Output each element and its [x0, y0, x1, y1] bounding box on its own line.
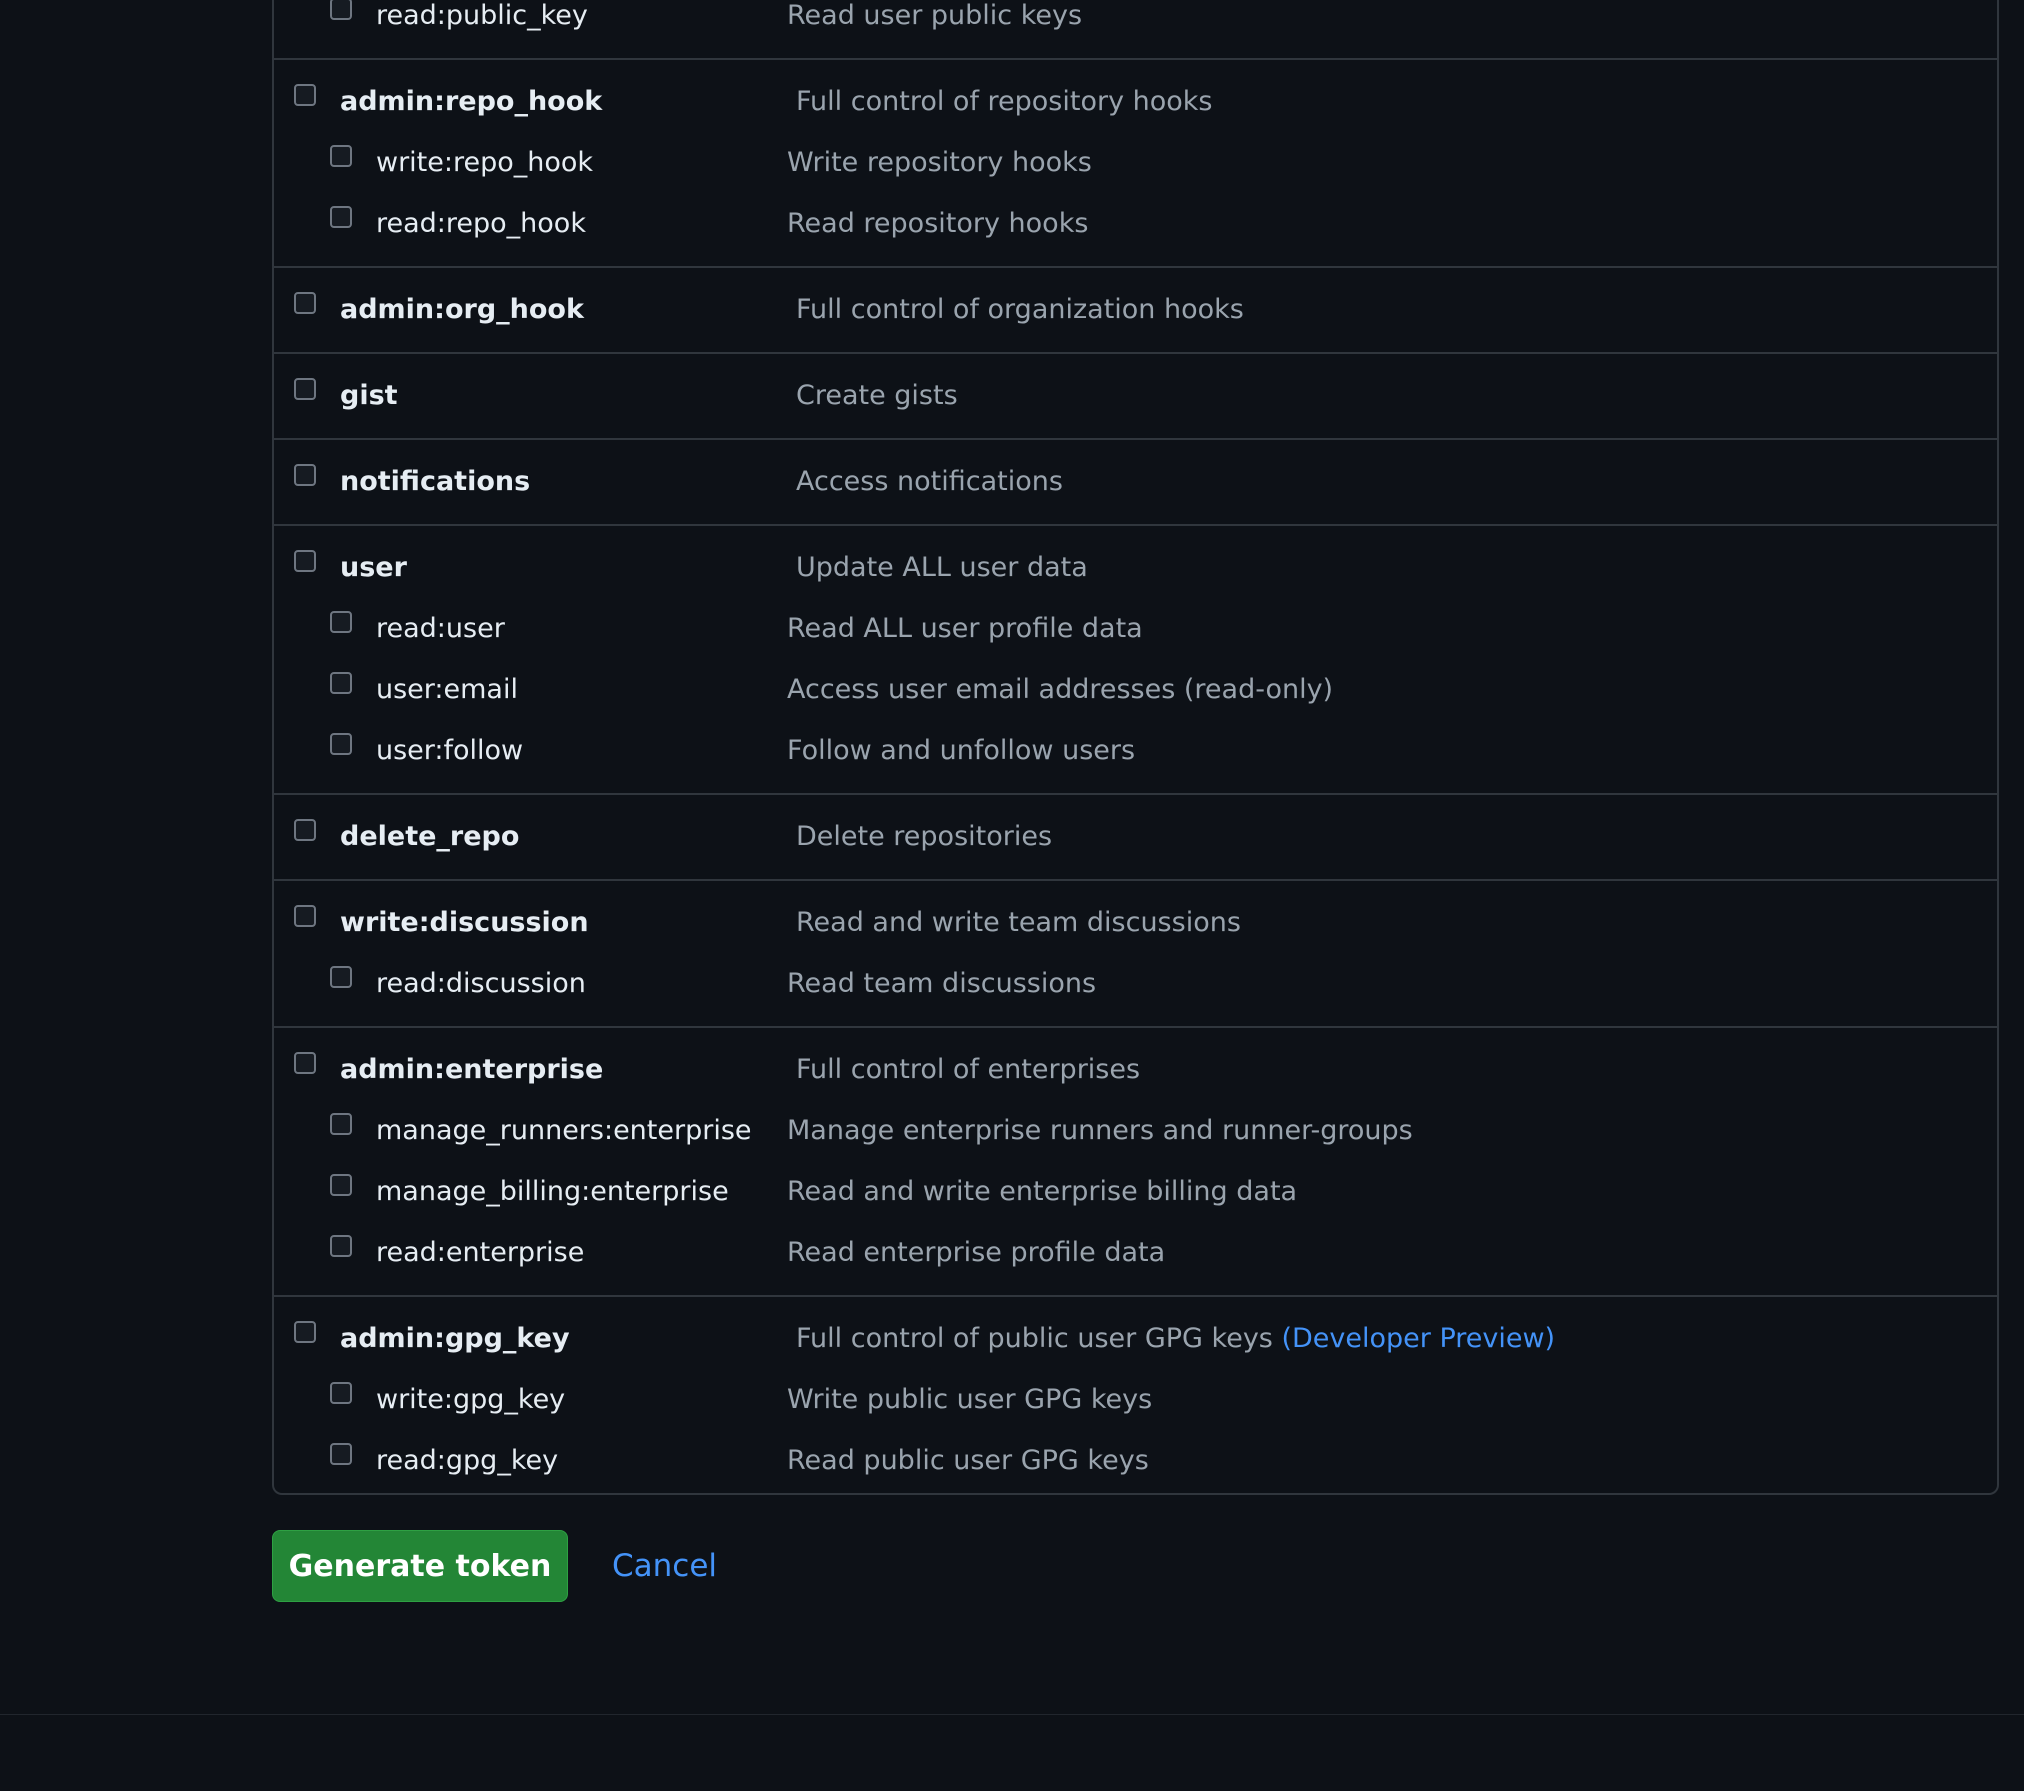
scope-name: manage_billing:enterprise	[376, 1176, 729, 1207]
scope-name: read:repo_hook	[376, 208, 586, 239]
scope-description-text: Read public user GPG keys	[787, 1445, 1149, 1476]
scope-checkbox[interactable]	[294, 84, 316, 106]
scope-checkbox[interactable]	[294, 378, 316, 400]
scope-group-divider	[274, 1026, 1997, 1028]
scope-name: read:gpg_key	[376, 1445, 559, 1476]
scope-checkbox[interactable]	[330, 611, 352, 633]
scope-description: Read user public keys	[787, 0, 1082, 33]
scope-name: admin:repo_hook	[340, 86, 603, 117]
scope-group-divider	[274, 1295, 1997, 1297]
scope-checkbox[interactable]	[294, 819, 316, 841]
scope-checkbox[interactable]	[330, 145, 352, 167]
scope-name: read:public_key	[376, 0, 588, 31]
scope-description: Manage enterprise runners and runner-gro…	[787, 1114, 1413, 1148]
scope-description-text: Write public user GPG keys	[787, 1384, 1153, 1415]
scope-description-text: Full control of organization hooks	[796, 294, 1244, 325]
scopes-list: read:public_key Read user public keys admi…	[272, 0, 1999, 1495]
scope-checkbox[interactable]	[294, 292, 316, 314]
scope-name: admin:org_hook	[340, 294, 584, 325]
scope-description-text: Read team discussions	[787, 968, 1097, 999]
scope-description-text: Read ALL user profile data	[787, 613, 1143, 644]
scope-name: user:follow	[376, 735, 524, 766]
scope-checkbox[interactable]	[330, 733, 352, 755]
scope-description-text: Full control of public user GPG keys	[796, 1323, 1273, 1354]
scope-description-text: Delete repositories	[796, 821, 1053, 852]
scope-description-text: Create gists	[796, 380, 958, 411]
scope-description: Write repository hooks	[787, 146, 1092, 180]
scope-description: Full control of organization hooks	[796, 293, 1244, 327]
scope-name: write:gpg_key	[376, 1384, 566, 1415]
scope-name: admin:enterprise	[340, 1054, 604, 1085]
scope-description: Delete repositories	[796, 820, 1052, 854]
scope-name: user	[340, 552, 407, 583]
scope-checkbox[interactable]	[294, 905, 316, 927]
scope-group-divider	[274, 352, 1997, 354]
page: read:public_key Read user public keys admi…	[0, 0, 2024, 1791]
scope-checkbox[interactable]	[330, 1113, 352, 1135]
scope-description: Access notifications	[796, 465, 1063, 499]
scope-description-text: Read repository hooks	[787, 208, 1089, 239]
scope-description: Create gists	[796, 379, 958, 413]
scope-name: gist	[340, 380, 398, 411]
scope-group-divider	[274, 266, 1997, 268]
scope-description: Full control of enterprises	[796, 1053, 1140, 1087]
scope-group-divider	[274, 793, 1997, 795]
scope-description: Read repository hooks	[787, 207, 1088, 241]
scope-description: Read ALL user profile data	[787, 612, 1143, 646]
scope-description-text: Read enterprise profile data	[787, 1237, 1166, 1268]
scope-description: Update ALL user data	[796, 551, 1088, 585]
scope-description: Access user email addresses (read-only)	[787, 673, 1333, 707]
scope-name: admin:gpg_key	[340, 1323, 570, 1354]
scope-name: read:discussion	[376, 968, 586, 999]
scope-description: Full control of repository hooks	[796, 85, 1213, 119]
scope-name: read:enterprise	[376, 1237, 585, 1268]
scope-group-divider	[274, 879, 1997, 881]
scope-name: write:discussion	[340, 907, 589, 938]
scope-checkbox[interactable]	[294, 550, 316, 572]
scope-description-text: Read and write enterprise billing data	[787, 1176, 1298, 1207]
scope-description: Read enterprise profile data	[787, 1236, 1165, 1270]
scope-checkbox[interactable]	[330, 1235, 352, 1257]
scope-checkbox[interactable]	[330, 1382, 352, 1404]
scope-description-text: Access user email addresses (read-only)	[787, 674, 1334, 705]
scope-description: Read and write enterprise billing data	[787, 1175, 1297, 1209]
scope-description: Follow and unfollow users	[787, 734, 1135, 768]
scope-name: manage_runners:enterprise	[376, 1115, 752, 1146]
scope-description-text: Read and write team discussions	[796, 907, 1241, 938]
scope-checkbox[interactable]	[330, 206, 352, 228]
scope-description-text: Update ALL user data	[796, 552, 1088, 583]
scope-name: notifications	[340, 466, 531, 497]
cancel-link[interactable]: Cancel	[612, 1545, 717, 1587]
scope-description-text: Full control of repository hooks	[796, 86, 1213, 117]
scope-name: write:repo_hook	[376, 147, 594, 178]
scope-group-divider	[274, 58, 1997, 60]
scope-description-text: Write repository hooks	[787, 147, 1092, 178]
scope-description: Write public user GPG keys	[787, 1383, 1152, 1417]
scope-description-text: Follow and unfollow users	[787, 735, 1136, 766]
scope-description: Full control of public user GPG keys (De…	[796, 1322, 1555, 1356]
scope-checkbox[interactable]	[330, 966, 352, 988]
scope-name: read:user	[376, 613, 505, 644]
developer-preview-link[interactable]: (Developer Preview)	[1281, 1323, 1555, 1354]
generate-token-button[interactable]: Generate token	[272, 1530, 568, 1602]
scope-checkbox[interactable]	[294, 1052, 316, 1074]
scope-checkbox[interactable]	[330, 1174, 352, 1196]
scope-description-text: Access notifications	[796, 466, 1063, 497]
scope-description-text: Manage enterprise runners and runner-gro…	[787, 1115, 1413, 1146]
scope-name: delete_repo	[340, 821, 520, 852]
scope-group-divider	[274, 438, 1997, 440]
scope-description-text: Full control of enterprises	[796, 1054, 1141, 1085]
scope-description: Read and write team discussions	[796, 906, 1241, 940]
scope-checkbox[interactable]	[330, 1443, 352, 1465]
scope-checkbox[interactable]	[294, 464, 316, 486]
scope-description: Read public user GPG keys	[787, 1444, 1149, 1478]
footer-divider	[0, 1714, 2024, 1715]
scope-checkbox[interactable]	[330, 0, 352, 20]
scope-name: user:email	[376, 674, 518, 705]
scope-checkbox[interactable]	[330, 672, 352, 694]
scope-description: Read team discussions	[787, 967, 1096, 1001]
scope-group-divider	[274, 524, 1997, 526]
scope-checkbox[interactable]	[294, 1321, 316, 1343]
scope-description-text: Read user public keys	[787, 0, 1083, 31]
